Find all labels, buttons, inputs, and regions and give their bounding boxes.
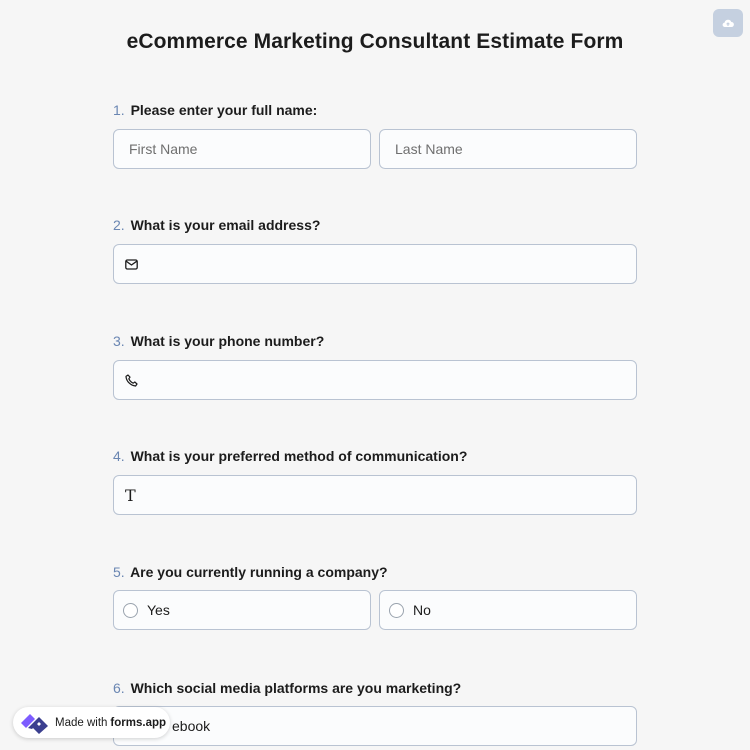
question-text: What is your email address?: [130, 217, 321, 233]
question-number: 4.: [113, 448, 125, 464]
forms-app-logo-icon: [19, 712, 49, 734]
social-platform-option[interactable]: ebook: [113, 706, 637, 746]
phone-field[interactable]: [113, 360, 637, 400]
last-name-input[interactable]: Last Name: [379, 129, 637, 169]
radio-circle[interactable]: [389, 602, 404, 618]
question-6-label: 6. Which social media platforms are you …: [113, 680, 461, 696]
cloud-upload-icon: [722, 19, 734, 28]
question-text: What is your preferred method of communi…: [130, 448, 468, 464]
radio-circle[interactable]: [123, 602, 138, 618]
question-number: 5.: [113, 564, 125, 580]
badge-brand: forms.app: [110, 716, 167, 729]
last-name-placeholder: Last Name: [395, 141, 463, 157]
question-1-label: 1. Please enter your full name:: [113, 102, 317, 118]
question-2-label: 2. What is your email address?: [113, 217, 320, 233]
question-number: 2.: [113, 217, 125, 233]
made-with-badge[interactable]: Made with forms.app: [13, 707, 170, 738]
question-text: What is your phone number?: [130, 333, 325, 349]
question-number: 6.: [113, 680, 125, 696]
option-label: ebook: [172, 718, 211, 734]
form-title: eCommerce Marketing Consultant Estimate …: [126, 30, 624, 53]
badge-prefix: Made with: [55, 716, 108, 729]
question-3-label: 3. What is your phone number?: [113, 333, 324, 349]
email-field[interactable]: [113, 244, 637, 284]
question-4-label: 4. What is your preferred method of comm…: [113, 448, 467, 464]
radio-label: Yes: [147, 602, 170, 618]
radio-option-no[interactable]: No: [379, 590, 637, 630]
question-text: Are you currently running a company?: [130, 564, 388, 580]
radio-label: No: [413, 602, 431, 618]
question-5-label: 5. Are you currently running a company?: [113, 564, 388, 580]
phone-icon: [125, 373, 138, 387]
question-text: Which social media platforms are you mar…: [130, 680, 462, 696]
envelope-icon: [125, 258, 138, 270]
form-page: eCommerce Marketing Consultant Estimate …: [0, 0, 750, 750]
question-text: Please enter your full name:: [130, 102, 318, 118]
text-icon: T: [125, 485, 136, 505]
radio-option-yes[interactable]: Yes: [113, 590, 371, 630]
first-name-input[interactable]: First Name: [113, 129, 371, 169]
question-number: 1.: [113, 102, 125, 118]
communication-method-input[interactable]: T: [113, 475, 637, 515]
first-name-placeholder: First Name: [129, 141, 198, 157]
question-number: 3.: [113, 333, 125, 349]
